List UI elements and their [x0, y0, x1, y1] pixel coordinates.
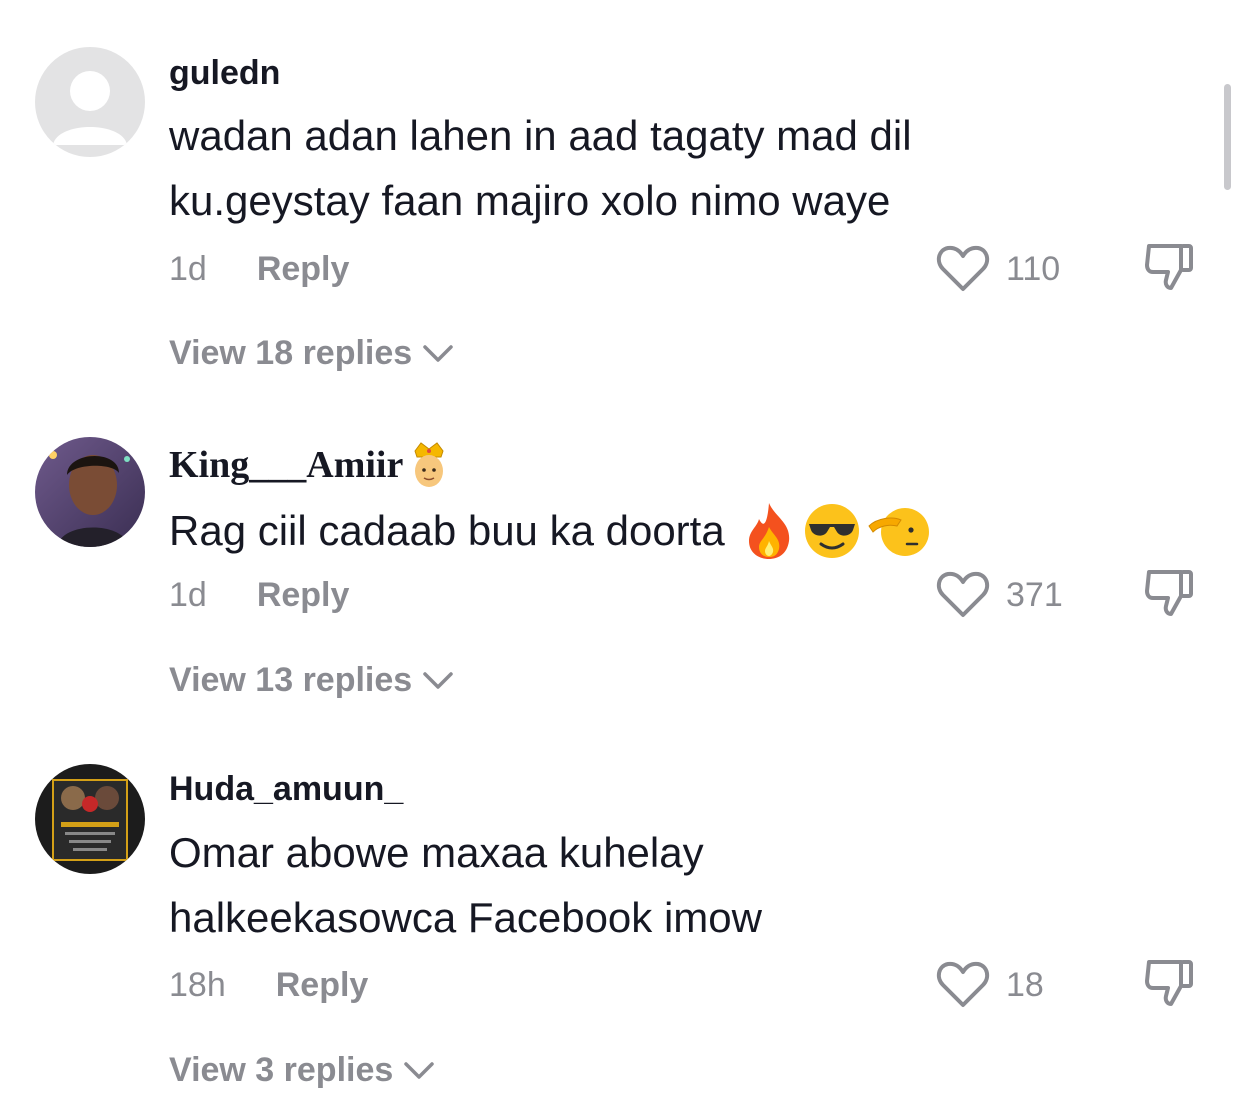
like-count: 18 — [1006, 965, 1044, 1004]
view-replies-button[interactable]: View 18 replies — [169, 334, 454, 373]
comment-meta: 18h Reply — [169, 966, 368, 1005]
chevron-down-icon — [423, 671, 453, 689]
fire-emoji — [748, 502, 789, 559]
comment-time: 1d — [169, 576, 207, 614]
poster-photo — [35, 764, 145, 874]
reply-button[interactable]: Reply — [257, 250, 350, 289]
saluting-face-emoji — [868, 507, 929, 556]
dislike-button[interactable] — [1143, 568, 1197, 623]
comment-meta: 1d Reply — [169, 250, 349, 289]
comment-text: wadan adan lahen in aad tagaty mad dil k… — [169, 112, 912, 224]
view-replies-label: View 18 replies — [169, 334, 413, 372]
view-replies-button[interactable]: View 13 replies — [169, 661, 454, 700]
reply-button[interactable]: Reply — [276, 966, 369, 1005]
comment-text: Rag ciil cadaab buu ka doorta — [169, 498, 1069, 563]
comment-time: 18h — [169, 966, 226, 1004]
chevron-down-icon — [404, 1061, 435, 1079]
comment-username[interactable]: King___Amiir — [169, 441, 449, 489]
comment-time: 1d — [169, 250, 207, 288]
reply-button[interactable]: Reply — [257, 576, 350, 615]
sunglasses-emoji — [804, 503, 859, 558]
comment-text: Omar abowe maxaa kuhelay halkeekasowca F… — [169, 829, 762, 941]
heart-icon — [936, 961, 990, 1007]
dislike-button[interactable] — [1143, 958, 1197, 1013]
comment-username[interactable]: Huda_amuun_ — [169, 770, 403, 809]
chevron-down-icon — [423, 344, 453, 362]
like-button[interactable]: 110 — [936, 245, 1060, 293]
avatar[interactable] — [35, 764, 145, 874]
comment-username[interactable]: guledn — [169, 54, 280, 93]
thumbs-down-icon — [1145, 244, 1193, 290]
like-count: 371 — [1006, 575, 1063, 614]
avatar[interactable] — [35, 47, 145, 157]
view-replies-button[interactable]: View 3 replies — [169, 1051, 435, 1090]
view-replies-label: View 13 replies — [169, 661, 413, 699]
like-button[interactable]: 18 — [936, 961, 1044, 1009]
heart-icon — [936, 245, 990, 291]
thumbs-down-icon — [1145, 960, 1193, 1006]
heart-icon — [936, 571, 990, 617]
scrollbar[interactable] — [1224, 84, 1231, 190]
comment-text-label: Rag ciil cadaab buu ka doorta — [169, 507, 725, 554]
default-avatar-icon — [35, 47, 145, 157]
view-replies-label: View 3 replies — [169, 1051, 394, 1089]
username-label: King___Amiir — [169, 444, 404, 486]
dislike-button[interactable] — [1143, 242, 1197, 297]
comment-meta: 1d Reply — [169, 576, 349, 615]
thumbs-down-icon — [1145, 570, 1193, 616]
like-count: 110 — [1006, 249, 1061, 288]
emoji-group — [741, 501, 935, 561]
avatar[interactable] — [35, 437, 145, 547]
prince-emoji — [414, 442, 444, 487]
user-photo — [35, 437, 145, 547]
like-button[interactable]: 371 — [936, 571, 1063, 619]
